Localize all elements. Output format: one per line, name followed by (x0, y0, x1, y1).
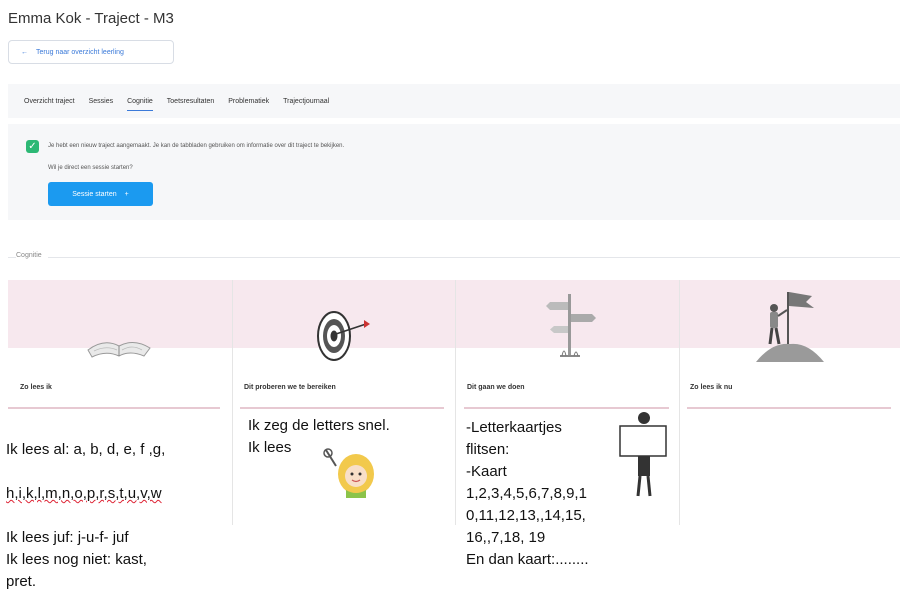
arrow-left-icon: ← (21, 48, 28, 56)
plus-icon: + (124, 190, 129, 198)
column-divider (232, 280, 233, 525)
tab-problematiek[interactable]: Problematiek (228, 94, 269, 109)
back-button-label: Terug naar overzicht leerling (36, 48, 124, 56)
tab-trajectjournaal[interactable]: Trajectjournaal (283, 94, 329, 109)
section-label: Cognitie (16, 252, 48, 259)
tab-toetsresultaten[interactable]: Toetsresultaten (167, 94, 214, 109)
card-title-dit-proberen: Dit proberen we te bereiken (244, 384, 336, 391)
flag-mountain-icon (756, 292, 824, 362)
signpost-icon (546, 294, 596, 357)
card-underline (687, 407, 891, 409)
tab-overzicht-traject[interactable]: Overzicht traject (24, 94, 75, 109)
reading-girl-icon (323, 448, 374, 498)
start-session-label: Sessie starten (72, 190, 117, 198)
tab-bar: Overzicht traject Sessies Cognitie Toets… (8, 84, 900, 118)
card-text-rest: Ik lees juf: j-u-f- juf Ik lees nog niet… (6, 529, 147, 590)
card-text-dit-gaan-we-doen[interactable]: -Letterkaartjes flitsen: -Kaart 1,2,3,4,… (466, 417, 631, 571)
column-divider (679, 280, 680, 525)
open-book-icon (87, 342, 151, 358)
card-text-zo-lees-ik[interactable]: Ik lees al: a, b, d, e, f ,g, h,i,k,l,m,… (6, 417, 232, 615)
card-text-line-misspelled: h,i,k,l,m,n,o,p,r,s,t,u,v,w (6, 485, 162, 502)
card-title-zo-lees-ik: Zo lees ik (20, 384, 52, 391)
tab-cognitie[interactable]: Cognitie (127, 94, 153, 111)
start-session-button[interactable]: Sessie starten + (48, 182, 153, 206)
column-divider (455, 280, 456, 525)
card-underline (8, 407, 220, 409)
card-title-dit-gaan-we-doen: Dit gaan we doen (467, 384, 525, 391)
page-title: Emma Kok - Traject - M3 (8, 10, 174, 27)
person-holding-sign-icon (619, 412, 667, 497)
checkmark-icon: ✓ (26, 140, 39, 153)
target-icon (317, 311, 370, 361)
tab-sessies[interactable]: Sessies (89, 94, 114, 109)
back-to-overview-button[interactable]: ← Terug naar overzicht leerling (8, 40, 174, 64)
card-underline (240, 407, 444, 409)
notice-question: Wil je direct een sessie starten? (48, 165, 133, 171)
card-underline (464, 407, 669, 409)
card-text-line: Ik lees al: a, b, d, e, f ,g, (6, 441, 166, 458)
notice-text: Je hebt een nieuw traject aangemaakt. Je… (48, 143, 345, 149)
section-divider (8, 257, 900, 258)
card-title-zo-lees-ik-nu: Zo lees ik nu (690, 384, 733, 391)
